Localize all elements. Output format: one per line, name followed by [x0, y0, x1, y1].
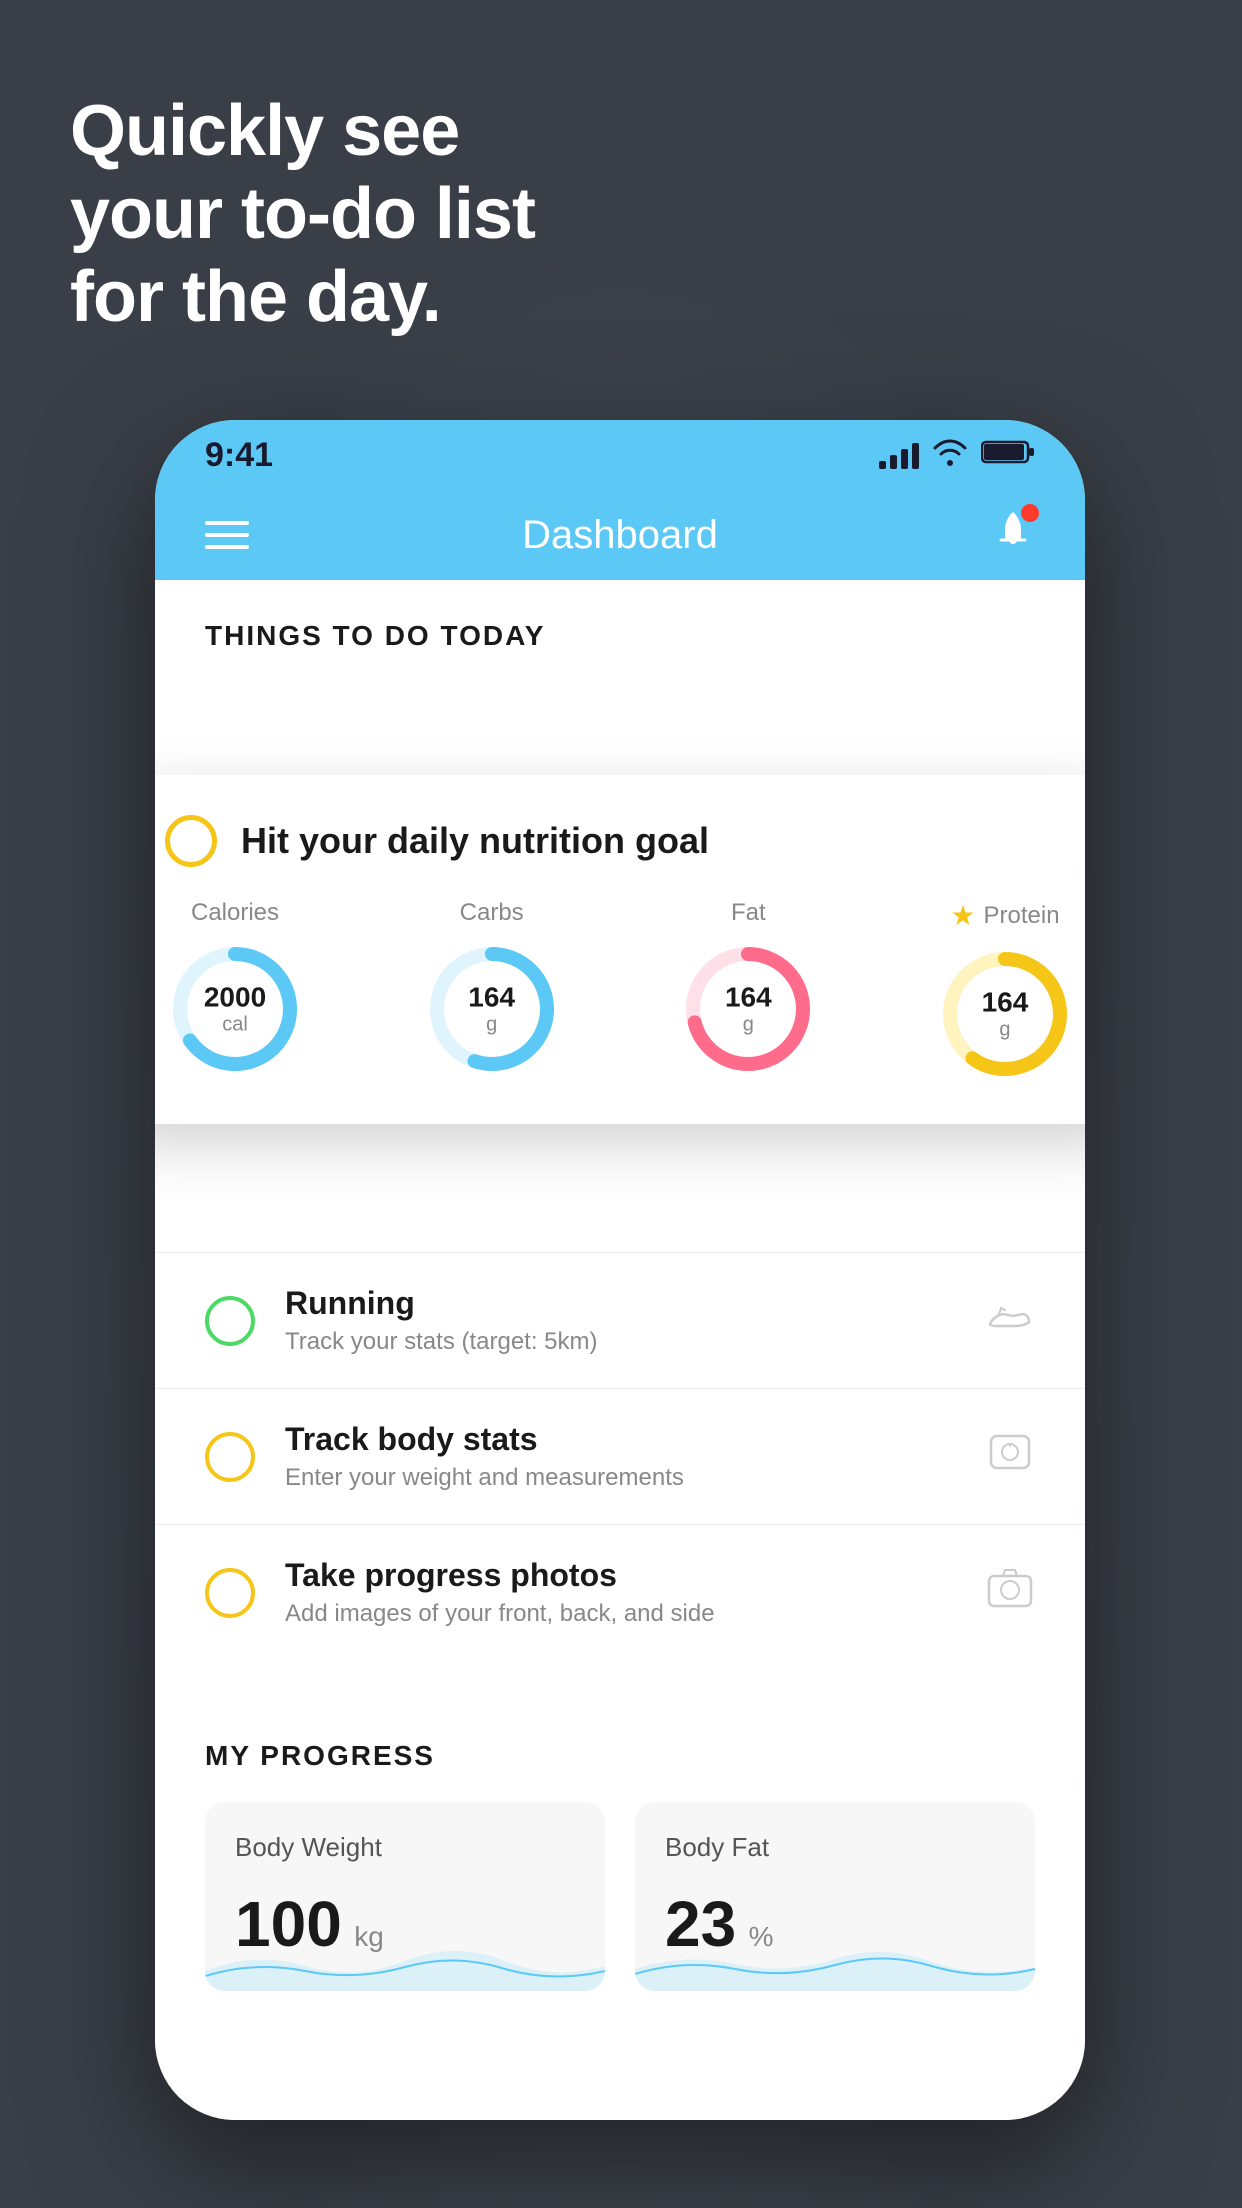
body-weight-title: Body Weight — [235, 1832, 575, 1863]
todo-text-progress-photos: Take progress photos Add images of your … — [285, 1557, 955, 1628]
body-fat-wave — [635, 1931, 1035, 1991]
nutrition-protein: ★ Protein 164 g — [935, 899, 1075, 1084]
todo-item-running[interactable]: Running Track your stats (target: 5km) — [155, 1252, 1085, 1388]
carbs-unit: g — [468, 1014, 515, 1037]
carbs-value: 164 — [468, 982, 515, 1014]
notification-dot — [1021, 504, 1039, 522]
protein-label: ★ Protein — [950, 899, 1059, 932]
body-fat-title: Body Fat — [665, 1832, 1005, 1863]
todo-checkbox-progress-photos[interactable] — [205, 1568, 255, 1618]
todo-title-body-stats: Track body stats — [285, 1421, 955, 1458]
protein-unit: g — [982, 1019, 1029, 1042]
carbs-donut: 164 g — [422, 939, 562, 1079]
body-fat-card: Body Fat 23 % — [635, 1802, 1035, 1991]
protein-value: 164 — [982, 987, 1029, 1019]
calories-label: Calories — [191, 899, 279, 927]
nutrition-fat: Fat 164 g — [678, 899, 818, 1079]
status-icons — [879, 438, 1035, 473]
progress-header: MY PROGRESS — [205, 1700, 1035, 1802]
todo-title-running: Running — [285, 1285, 955, 1322]
hero-line1: Quickly see — [70, 90, 535, 173]
todo-subtitle-progress-photos: Add images of your front, back, and side — [285, 1600, 955, 1628]
progress-section: MY PROGRESS Body Weight 100 kg — [155, 1700, 1085, 2041]
hero-line3: for the day. — [70, 256, 535, 339]
todo-subtitle-body-stats: Enter your weight and measurements — [285, 1464, 955, 1492]
body-weight-wave — [205, 1931, 605, 1991]
hero-text: Quickly see your to-do list for the day. — [70, 90, 535, 338]
wifi-icon — [933, 438, 967, 473]
progress-cards: Body Weight 100 kg Body Fat 23 % — [205, 1802, 1035, 1991]
todo-text-running: Running Track your stats (target: 5km) — [285, 1285, 955, 1356]
photo-icon — [985, 1566, 1035, 1620]
fat-unit: g — [725, 1014, 772, 1037]
scale-icon — [985, 1430, 1035, 1484]
star-icon: ★ — [950, 899, 975, 932]
todo-checkbox-running[interactable] — [205, 1296, 255, 1346]
phone-content: THINGS TO DO TODAY Hit your daily nutrit… — [155, 580, 1085, 2120]
body-weight-card: Body Weight 100 kg — [205, 1802, 605, 1991]
things-section-header: THINGS TO DO TODAY — [155, 580, 1085, 672]
todo-item-progress-photos[interactable]: Take progress photos Add images of your … — [155, 1524, 1085, 1660]
hero-line2: your to-do list — [70, 173, 535, 256]
phone-frame: 9:41 — [155, 420, 1085, 2120]
calories-value: 2000 — [204, 982, 266, 1014]
nutrition-card-title: Hit your daily nutrition goal — [241, 820, 709, 862]
carbs-label: Carbs — [460, 899, 524, 927]
hamburger-menu[interactable] — [205, 521, 249, 549]
battery-icon — [981, 438, 1035, 473]
nutrition-row: Calories 2000 cal Carbs — [165, 899, 1075, 1084]
todo-text-body-stats: Track body stats Enter your weight and m… — [285, 1421, 955, 1492]
signal-icon — [879, 441, 919, 469]
fat-label: Fat — [731, 899, 766, 927]
notification-bell-icon[interactable] — [991, 508, 1035, 563]
todo-item-body-stats[interactable]: Track body stats Enter your weight and m… — [155, 1388, 1085, 1524]
fat-donut: 164 g — [678, 939, 818, 1079]
card-title-row: Hit your daily nutrition goal — [165, 815, 1075, 867]
status-bar: 9:41 — [155, 420, 1085, 490]
todo-subtitle-running: Track your stats (target: 5km) — [285, 1328, 955, 1356]
protein-donut: 164 g — [935, 944, 1075, 1084]
todo-checkbox-body-stats[interactable] — [205, 1432, 255, 1482]
calories-unit: cal — [204, 1014, 266, 1037]
header-title: Dashboard — [522, 513, 718, 558]
calories-donut: 2000 cal — [165, 939, 305, 1079]
status-time: 9:41 — [205, 436, 273, 475]
todo-checkbox-nutrition[interactable] — [165, 815, 217, 867]
app-header: Dashboard — [155, 490, 1085, 580]
nutrition-card: Hit your daily nutrition goal Calories 2… — [155, 775, 1085, 1124]
fat-value: 164 — [725, 982, 772, 1014]
todo-list: Running Track your stats (target: 5km) T… — [155, 1252, 1085, 1660]
nutrition-calories: Calories 2000 cal — [165, 899, 305, 1079]
running-shoe-icon — [985, 1296, 1035, 1346]
todo-title-progress-photos: Take progress photos — [285, 1557, 955, 1594]
nutrition-carbs: Carbs 164 g — [422, 899, 562, 1079]
